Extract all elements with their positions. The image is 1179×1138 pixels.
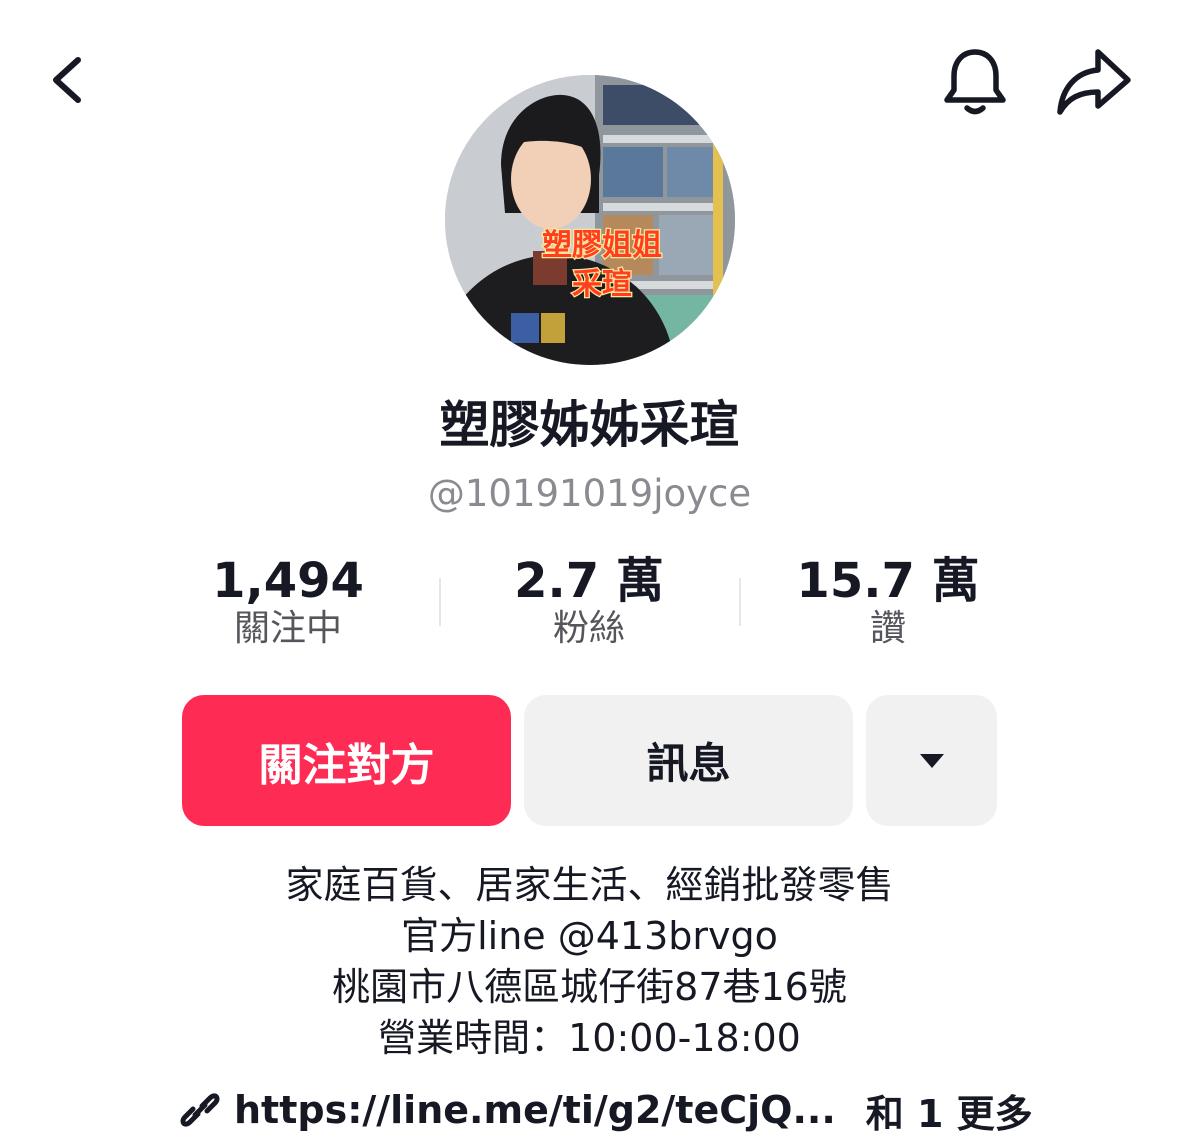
profile-link[interactable]: https://line.me/ti/g2/teCjQ... xyxy=(234,1088,836,1132)
avatar-caption-line2: 采瑄 xyxy=(572,267,632,302)
bio-line: 家庭百貨、居家生活、經銷批發零售 xyxy=(285,863,894,907)
followers-count: 2.7 萬 xyxy=(514,553,664,609)
more-links-button[interactable]: 和 1 更多 xyxy=(866,1083,1033,1138)
followers-label: 粉絲 xyxy=(552,608,625,649)
bio-line: 營業時間：10:00-18:00 xyxy=(378,1016,801,1060)
following-count: 1,494 xyxy=(212,553,364,609)
display-name: 塑膠姊姊采瑄 xyxy=(439,396,740,454)
bio-line: 桃園市八德區城仔街87巷16號 xyxy=(332,965,847,1009)
stat-likes[interactable]: 15.7 萬 讚 xyxy=(738,552,1038,652)
share-arrow-icon[interactable] xyxy=(1054,44,1134,118)
bell-icon[interactable] xyxy=(940,44,1010,118)
username: @10191019joyce xyxy=(427,472,752,515)
stat-following[interactable]: 1,494 關注中 xyxy=(138,552,438,652)
link-icon xyxy=(180,1093,220,1127)
bio-line: 官方line @413brvgo xyxy=(401,914,778,958)
likes-label: 讚 xyxy=(869,608,906,649)
following-label: 關注中 xyxy=(233,608,342,649)
bio: 家庭百貨、居家生活、經銷批發零售 官方line @413brvgo 桃園市八德區… xyxy=(0,860,1179,1064)
back-chevron-icon[interactable] xyxy=(44,52,92,108)
likes-count: 15.7 萬 xyxy=(796,553,980,609)
avatar-caption-line1: 塑膠姐姐 xyxy=(542,228,662,263)
follow-button[interactable]: 關注對方 xyxy=(182,695,511,826)
avatar[interactable]: 塑膠姐姐 采瑄 xyxy=(445,75,735,365)
caret-down-icon xyxy=(919,753,944,768)
more-options-button[interactable] xyxy=(866,695,997,826)
stat-followers[interactable]: 2.7 萬 粉絲 xyxy=(439,552,739,652)
message-button[interactable]: 訊息 xyxy=(524,695,853,826)
bio-link-row: https://line.me/ti/g2/teCjQ... 和 1 更多 xyxy=(180,1083,1033,1137)
